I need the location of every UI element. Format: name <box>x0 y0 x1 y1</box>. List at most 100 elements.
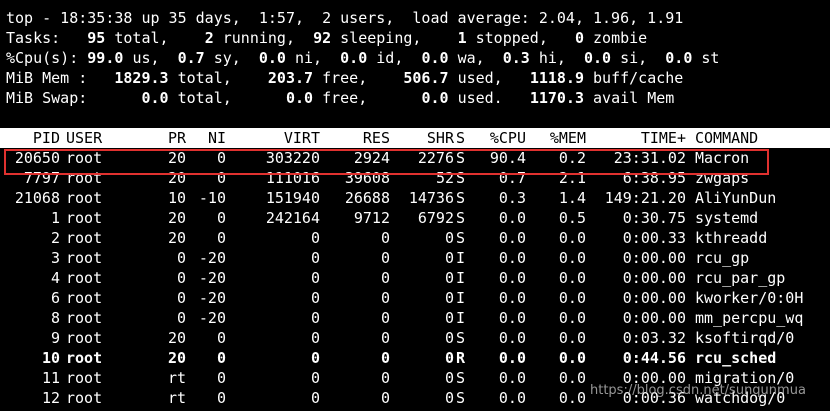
terminal-window[interactable]: top - 18:35:38 up 35 days, 1:57, 2 users… <box>0 0 830 411</box>
process-res: 0 <box>380 249 390 267</box>
process-user: root <box>66 369 103 387</box>
process-mem: 0.5 <box>558 209 586 227</box>
mem-line: MiB Mem : 1829.3 total, 203.7 free, 506.… <box>6 68 683 88</box>
process-virt: 0 <box>310 289 320 307</box>
swap-free-label: free, <box>322 89 368 107</box>
process-row[interactable]: 9 root 20 0 0 0 0 S 0.0 0.0 0:03.32 ksoftirqd/0 <box>0 328 830 348</box>
header-pr[interactable]: PR <box>136 128 186 148</box>
header-state[interactable]: S <box>456 128 476 148</box>
header-user[interactable]: USER <box>66 128 136 148</box>
header-res[interactable]: RES <box>320 128 390 148</box>
process-cpu: 0.0 <box>498 289 526 307</box>
cpu-us-label: us, <box>132 49 160 67</box>
process-command: kthreadd <box>695 229 768 247</box>
process-row[interactable]: 8 root 0 -20 0 0 0 I 0.0 0.0 0:00.00 mm_percpu_wq <box>0 308 830 328</box>
header-command[interactable]: COMMAND <box>695 128 830 148</box>
process-row[interactable]: 10 root 20 0 0 0 0 R 0.0 0.0 0:44.56 rcu_sched <box>0 348 830 368</box>
process-pid: 7797 <box>23 169 60 187</box>
process-row[interactable]: 3 root 0 -20 0 0 0 I 0.0 0.0 0:00.00 rcu_gp <box>0 248 830 268</box>
process-time: 0:00.00 <box>622 269 686 287</box>
tasks-total: 95 <box>87 29 106 47</box>
process-state: S <box>456 189 466 207</box>
process-ni: -20 <box>198 309 226 327</box>
process-cpu: 0.0 <box>498 229 526 247</box>
process-virt: 0 <box>310 369 320 387</box>
cpu-st-label: st <box>701 49 720 67</box>
cpu-hi: 0.3 <box>502 49 530 67</box>
process-user: root <box>66 189 103 207</box>
process-pr: rt <box>167 369 186 387</box>
process-row[interactable]: 2 root 20 0 0 0 0 S 0.0 0.0 0:00.33 kthreadd <box>0 228 830 248</box>
process-command: ksoftirqd/0 <box>695 329 795 347</box>
process-pid: 3 <box>50 249 60 267</box>
mem-buff: 1118.9 <box>529 69 584 87</box>
process-res: 0 <box>380 289 390 307</box>
process-state: S <box>456 229 466 247</box>
swap-label: MiB Swap: <box>6 89 88 107</box>
process-pr: 10 <box>167 189 186 207</box>
process-virt: 0 <box>310 329 320 347</box>
process-ni: -10 <box>198 189 226 207</box>
process-user: root <box>66 309 103 327</box>
header-mem[interactable]: %MEM <box>526 128 586 148</box>
process-row[interactable]: 6 root 0 -20 0 0 0 I 0.0 0.0 0:00.00 kworker/0:0H <box>0 288 830 308</box>
process-mem: 0.0 <box>558 289 586 307</box>
process-user: root <box>66 249 103 267</box>
header-shr[interactable]: SHR <box>390 128 454 148</box>
process-res: 0 <box>380 269 390 287</box>
process-row[interactable]: 4 root 0 -20 0 0 0 I 0.0 0.0 0:00.00 rcu_par_gp <box>0 268 830 288</box>
process-command: Macron <box>695 149 750 167</box>
cpu-us: 99.0 <box>87 49 124 67</box>
process-pr: 0 <box>176 309 186 327</box>
process-pr: 20 <box>167 149 186 167</box>
process-time: 0:03.32 <box>622 329 686 347</box>
header-cpu[interactable]: %CPU <box>476 128 526 148</box>
process-command: systemd <box>695 209 759 227</box>
tasks-zombie-label: zombie <box>593 29 648 47</box>
process-virt: 242164 <box>265 209 320 227</box>
header-ni[interactable]: NI <box>186 128 226 148</box>
process-state: I <box>456 269 466 287</box>
process-row[interactable]: 7797 root 20 0 111016 39608 52 S 0.7 2.1 6:38.95 zw… <box>0 168 830 188</box>
process-state: I <box>456 249 466 267</box>
process-mem: 0.0 <box>558 309 586 327</box>
process-user: root <box>66 229 103 247</box>
process-cpu: 0.7 <box>498 169 526 187</box>
process-pr: 0 <box>176 249 186 267</box>
process-ni: -20 <box>198 249 226 267</box>
process-command: mm_percpu_wq <box>695 309 804 327</box>
process-mem: 2.1 <box>558 169 586 187</box>
process-mem: 0.0 <box>558 229 586 247</box>
process-state: S <box>456 369 466 387</box>
process-pid: 9 <box>50 329 60 347</box>
process-time: 0:00.00 <box>622 289 686 307</box>
process-time: 0:00.00 <box>622 249 686 267</box>
process-virt: 0 <box>310 389 320 407</box>
header-time[interactable]: TIME+ <box>586 128 686 148</box>
swap-avail-label: avail Mem <box>593 89 675 107</box>
process-shr: 0 <box>444 349 454 367</box>
process-shr: 0 <box>444 329 454 347</box>
process-res: 0 <box>380 329 390 347</box>
header-pid[interactable]: PID <box>0 128 60 148</box>
process-row[interactable]: 1 root 20 0 242164 9712 6792 S 0.0 0.5 0:30.75 syst… <box>0 208 830 228</box>
process-row[interactable]: 21068 root 10 -10 151940 26688 14736 S 0.3 1.4 149… <box>0 188 830 208</box>
process-shr: 2276 <box>417 149 454 167</box>
process-command: kworker/0:0H <box>695 289 804 307</box>
process-command: rcu_par_gp <box>695 269 786 287</box>
process-shr: 52 <box>435 169 454 187</box>
process-time: 23:31.02 <box>613 149 686 167</box>
process-res: 9712 <box>353 209 390 227</box>
process-shr: 0 <box>444 369 454 387</box>
cpu-st: 0.0 <box>665 49 693 67</box>
process-cpu: 0.0 <box>498 389 526 407</box>
mem-total-label: total, <box>177 69 232 87</box>
process-mem: 0.2 <box>558 149 586 167</box>
process-pid: 21068 <box>14 189 60 207</box>
process-mem: 0.0 <box>558 249 586 267</box>
process-shr: 0 <box>444 389 454 407</box>
mem-free-label: free, <box>322 69 368 87</box>
header-virt[interactable]: VIRT <box>226 128 320 148</box>
process-row[interactable]: 20650 root 20 0 303220 2924 2276 S 90.4 0.2 23:31.… <box>0 148 830 168</box>
process-virt: 0 <box>310 309 320 327</box>
